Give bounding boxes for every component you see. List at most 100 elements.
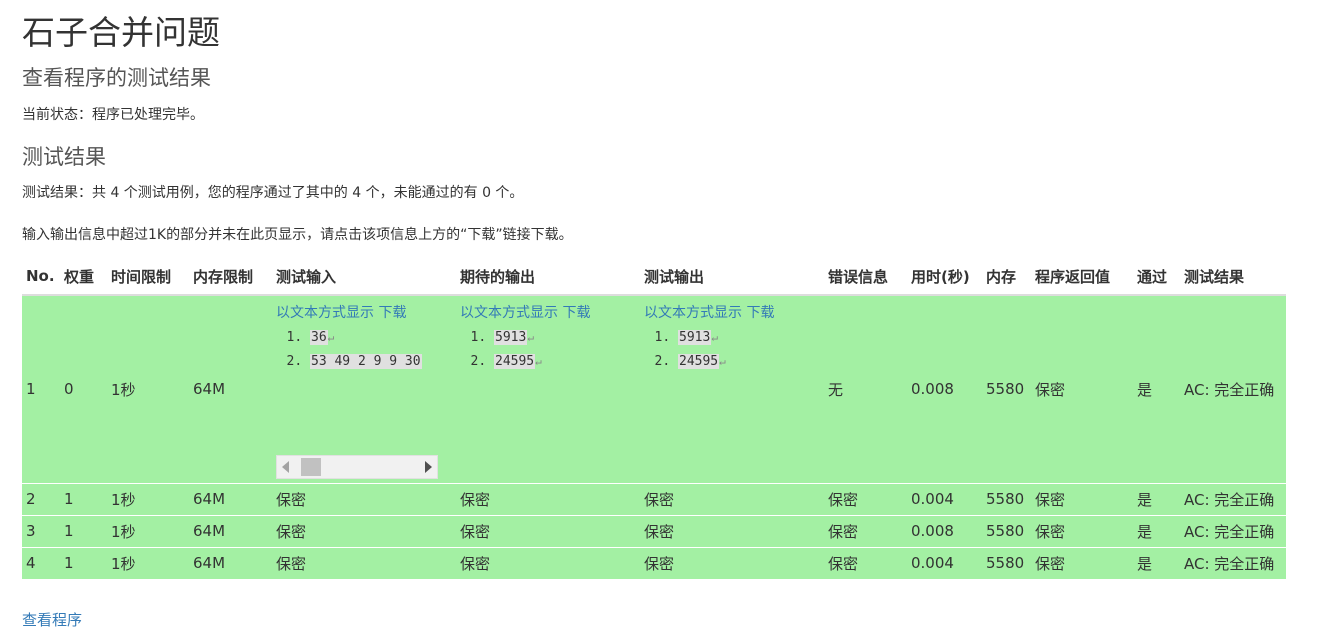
show-text-link[interactable]: 以文本方式显示 (644, 305, 742, 321)
code-listing: 5913↵ 24595↵ (644, 326, 820, 374)
download-link[interactable]: 下载 (562, 305, 590, 321)
horizontal-scrollbar[interactable] (276, 455, 438, 479)
cell-expected: 保密 (456, 546, 640, 579)
view-program-link[interactable]: 查看程序 (22, 609, 82, 630)
cell-weight: 1 (60, 514, 107, 547)
cell-expected: 保密 (456, 514, 640, 547)
cell-output: 保密 (640, 546, 824, 579)
return-char-icon: ↵ (527, 331, 534, 344)
cell-return: 保密 (1031, 482, 1133, 515)
code-line: 53 49 2 9 9 30 (310, 350, 440, 374)
io-links: 以文本方式显示 下载 (276, 302, 452, 322)
cell-passed: 是 (1133, 294, 1180, 483)
cell-return: 保密 (1031, 514, 1133, 547)
cell-input: 保密 (272, 546, 456, 579)
cell-expected: 以文本方式显示 下载 5913↵ 24595↵ (456, 294, 640, 483)
code-line-text: 36 (310, 330, 328, 345)
col-memory: 内存 (982, 258, 1031, 296)
col-mem-limit: 内存限制 (189, 258, 272, 296)
col-result: 测试结果 (1180, 258, 1286, 296)
code-line-text: 24595 (678, 354, 720, 369)
cell-input: 保密 (272, 514, 456, 547)
code-line-text: 24595 (494, 354, 536, 369)
code-line-text: 5913 (678, 330, 712, 345)
col-error: 错误信息 (824, 258, 907, 296)
col-input: 测试输入 (272, 258, 456, 296)
table-row: 1 0 1秒 64M 以文本方式显示 下载 36↵ 53 49 2 9 9 30 (22, 294, 1286, 483)
col-time-limit: 时间限制 (107, 258, 189, 296)
download-link[interactable]: 下载 (746, 305, 774, 321)
col-weight: 权重 (60, 258, 107, 296)
cell-error: 保密 (824, 482, 907, 515)
cell-mem-limit: 64M (189, 482, 272, 515)
code-line-text: 5913 (494, 330, 528, 345)
io-note: 输入输出信息中超过1K的部分并未在此页显示，请点击该项信息上方的“下载”链接下载… (22, 227, 573, 243)
cell-time: 0.008 (907, 294, 982, 483)
results-summary: 测试结果：共 4 个测试用例，您的程序通过了其中的 4 个，未能通过的有 0 个… (22, 185, 524, 201)
cell-time: 0.004 (907, 546, 982, 579)
cell-memory: 5580 (982, 294, 1031, 483)
cell-memory: 5580 (982, 482, 1031, 515)
cell-output: 保密 (640, 514, 824, 547)
cell-input: 以文本方式显示 下载 36↵ 53 49 2 9 9 30 (272, 294, 456, 483)
cell-error: 无 (824, 294, 907, 483)
cell-input: 保密 (272, 482, 456, 515)
cell-memory: 5580 (982, 514, 1031, 547)
download-link[interactable]: 下载 (378, 305, 406, 321)
cell-result-link[interactable]: AC: 完全正确 (1180, 294, 1286, 483)
cell-expected: 保密 (456, 482, 640, 515)
io-links: 以文本方式显示 下载 (460, 302, 636, 322)
show-text-link[interactable]: 以文本方式显示 (460, 305, 558, 321)
return-char-icon: ↵ (327, 331, 335, 344)
table-header-row: No. 权重 时间限制 内存限制 测试输入 期待的输出 测试输出 错误信息 用时… (22, 258, 1286, 296)
cell-time: 0.008 (907, 514, 982, 547)
cell-no: 4 (22, 546, 60, 579)
status-text: 当前状态：程序已处理完毕。 (22, 107, 204, 123)
cell-result-link[interactable]: AC: 完全正确 (1180, 482, 1286, 515)
cell-weight: 1 (60, 546, 107, 579)
cell-weight: 0 (60, 294, 107, 483)
scroll-right-arrow-icon[interactable] (425, 461, 432, 473)
cell-passed: 是 (1133, 482, 1180, 515)
col-time: 用时(秒) (907, 258, 982, 296)
cell-time: 0.004 (907, 482, 982, 515)
col-passed: 通过 (1133, 258, 1180, 296)
col-expected: 期待的输出 (456, 258, 640, 296)
cell-return: 保密 (1031, 546, 1133, 579)
cell-output: 以文本方式显示 下载 5913↵ 24595↵ (640, 294, 824, 483)
results-table: No. 权重 时间限制 内存限制 测试输入 期待的输出 测试输出 错误信息 用时… (22, 258, 1286, 579)
cell-memory: 5580 (982, 546, 1031, 579)
code-listing: 36↵ 53 49 2 9 9 30 (276, 326, 440, 374)
show-text-link[interactable]: 以文本方式显示 (276, 305, 374, 321)
cell-mem-limit: 64M (189, 294, 272, 483)
cell-time-limit: 1秒 (107, 482, 189, 515)
scroll-left-arrow-icon[interactable] (282, 461, 289, 473)
cell-weight: 1 (60, 482, 107, 515)
cell-passed: 是 (1133, 514, 1180, 547)
io-links: 以文本方式显示 下载 (644, 302, 820, 322)
page-title: 石子合并问题 (22, 13, 220, 52)
cell-result-link[interactable]: AC: 完全正确 (1180, 546, 1286, 579)
cell-passed: 是 (1133, 546, 1180, 579)
code-listing: 5913↵ 24595↵ (460, 326, 636, 374)
scroll-thumb[interactable] (301, 458, 321, 476)
cell-time-limit: 1秒 (107, 546, 189, 579)
cell-time-limit: 1秒 (107, 294, 189, 483)
return-char-icon: ↵ (719, 355, 726, 368)
cell-output: 保密 (640, 482, 824, 515)
cell-result-link[interactable]: AC: 完全正确 (1180, 514, 1286, 547)
code-line-text: 53 49 2 9 9 30 (310, 354, 422, 369)
code-line: 24595↵ (678, 350, 820, 374)
table-row: 2 1 1秒 64M 保密 保密 保密 保密 0.004 5580 保密 是 A… (22, 482, 1286, 515)
cell-return: 保密 (1031, 294, 1133, 483)
return-char-icon: ↵ (535, 355, 542, 368)
cell-no: 2 (22, 482, 60, 515)
cell-mem-limit: 64M (189, 514, 272, 547)
cell-time-limit: 1秒 (107, 514, 189, 547)
code-viewport[interactable]: 36↵ 53 49 2 9 9 30 (276, 326, 440, 374)
col-output: 测试输出 (640, 258, 824, 296)
table-row: 3 1 1秒 64M 保密 保密 保密 保密 0.008 5580 保密 是 A… (22, 514, 1286, 547)
results-heading: 测试结果 (22, 145, 106, 169)
return-char-icon: ↵ (711, 331, 718, 344)
code-line: 5913↵ (494, 326, 636, 350)
